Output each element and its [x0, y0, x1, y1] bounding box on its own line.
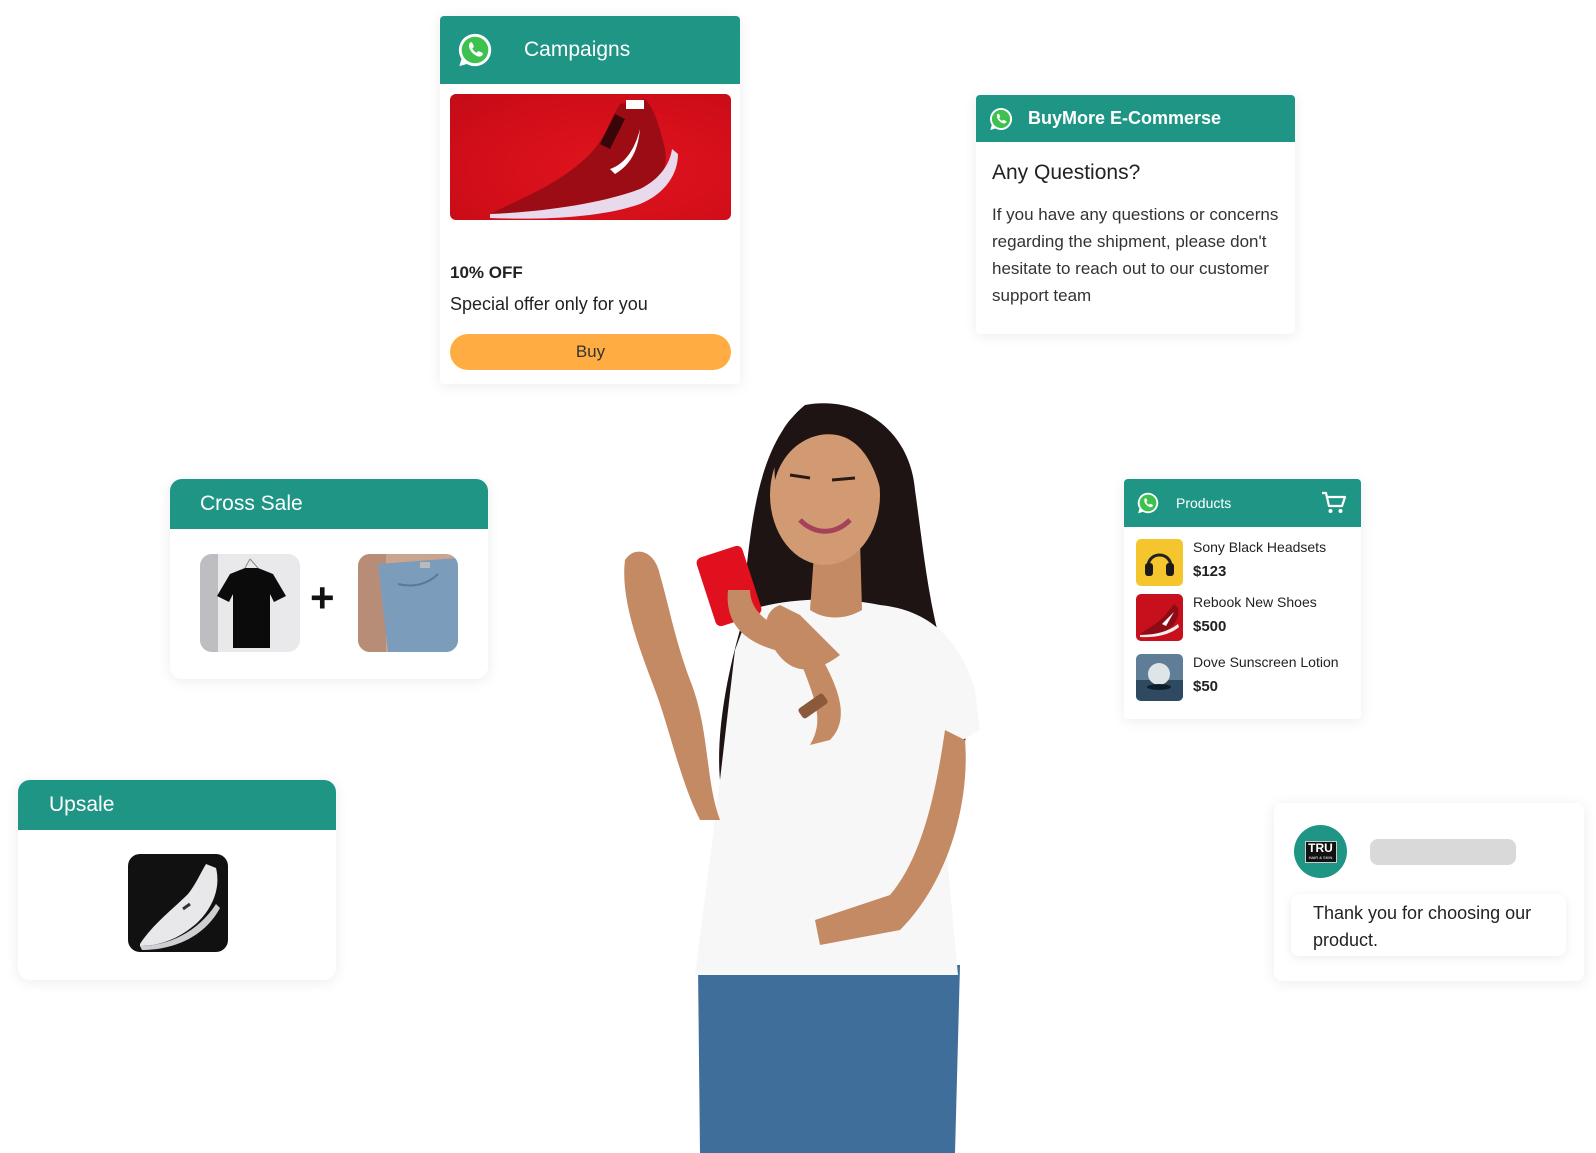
headphones-thumbnail [1136, 539, 1183, 586]
cross-sale-card: Cross Sale + [170, 479, 488, 679]
offer-label: 10% OFF [450, 263, 523, 282]
jeans [698, 965, 960, 1153]
tru-logo: TRU HAIR & SKIN [1304, 840, 1337, 863]
upsale-card: Upsale [18, 780, 336, 980]
avatar-text: TRU [1308, 840, 1333, 855]
buymore-header: BuyMore E-Commerse [976, 95, 1295, 142]
campaigns-header: Campaigns [440, 16, 740, 84]
cross-sale-title: Cross Sale [200, 492, 303, 515]
whatsapp-icon [1136, 491, 1160, 515]
blue-jeans-image[interactable] [358, 554, 458, 652]
buy-button[interactable]: Buy [450, 334, 731, 370]
product-item[interactable]: Rebook New Shoes $500 [1136, 594, 1361, 644]
lotion-thumbnail [1136, 654, 1183, 701]
campaigns-title: Campaigns [524, 38, 631, 61]
black-tshirt-image[interactable] [200, 554, 300, 652]
thank-you-card: TRU HAIR & SKIN Thank you for choosing o… [1274, 803, 1584, 981]
brand-avatar: TRU HAIR & SKIN [1294, 825, 1347, 878]
cross-sale-header: Cross Sale [170, 479, 488, 529]
name-placeholder-bar [1370, 839, 1516, 865]
plus-sign: + [310, 574, 335, 621]
products-title: Products [1176, 495, 1232, 511]
products-header: Products [1124, 479, 1361, 527]
products-card: Products Sony Black Headsets $123 Rebook… [1124, 479, 1361, 719]
whatsapp-icon [988, 106, 1014, 132]
product-price: $500 [1193, 618, 1227, 635]
red-shoe-thumbnail [1136, 594, 1183, 641]
product-name: Dove Sunscreen Lotion [1193, 654, 1339, 670]
promo-shoe-image [450, 94, 731, 220]
cart-icon[interactable] [1321, 491, 1347, 515]
campaigns-card: Campaigns 10% OFF Special offer only for… [440, 16, 740, 384]
whatsapp-icon [456, 31, 494, 69]
offer-subtitle: Special offer only for you [450, 294, 648, 314]
avatar-subtext: HAIR & SKIN [1308, 854, 1333, 860]
product-price: $50 [1193, 678, 1219, 695]
upsale-header: Upsale [18, 780, 336, 830]
questions-heading: Any Questions? [992, 161, 1141, 184]
product-name: Sony Black Headsets [1193, 539, 1327, 555]
upsale-title: Upsale [49, 793, 115, 816]
buymore-message-card: BuyMore E-Commerse Any Questions? If you… [976, 95, 1295, 334]
white-sneaker-image[interactable] [128, 854, 228, 952]
product-item[interactable]: Sony Black Headsets $123 [1136, 539, 1361, 589]
hero-woman-with-phone [600, 400, 1020, 1153]
thank-you-message: Thank you for choosing our product. [1291, 894, 1566, 956]
product-name: Rebook New Shoes [1193, 594, 1317, 610]
questions-body: If you have any questions or concerns re… [992, 205, 1279, 305]
product-item[interactable]: Dove Sunscreen Lotion $50 [1136, 654, 1361, 704]
buymore-title: BuyMore E-Commerse [1028, 108, 1222, 128]
product-price: $123 [1193, 563, 1227, 580]
